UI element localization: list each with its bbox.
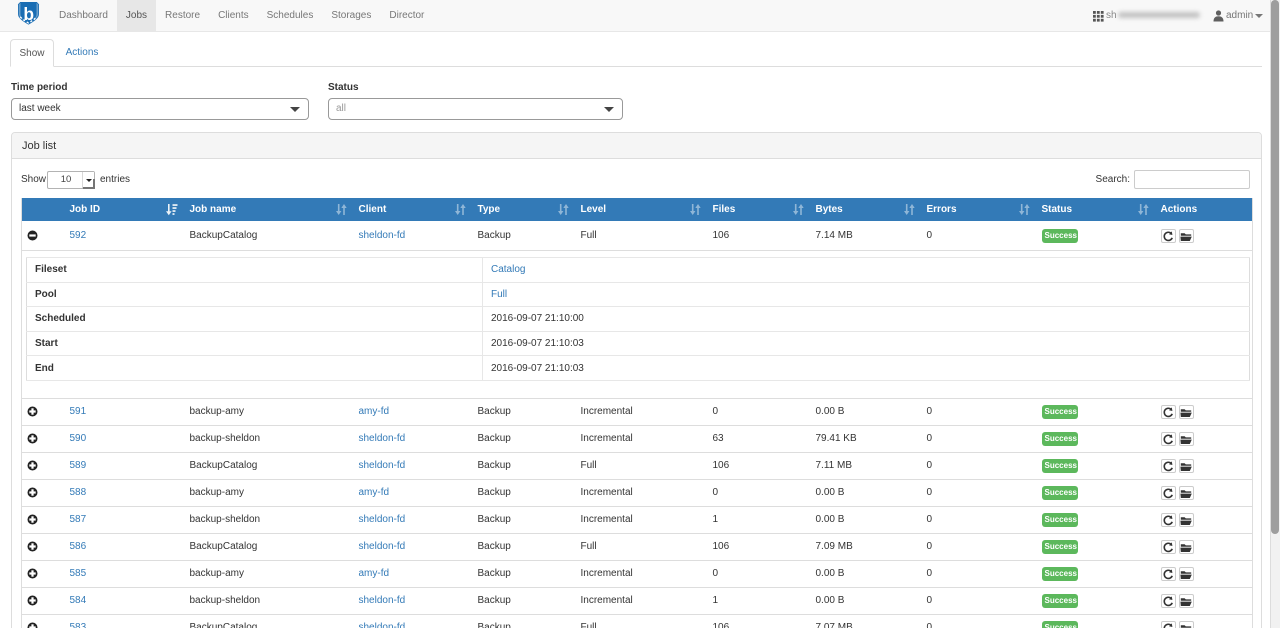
svg-text:b: b: [23, 4, 34, 24]
